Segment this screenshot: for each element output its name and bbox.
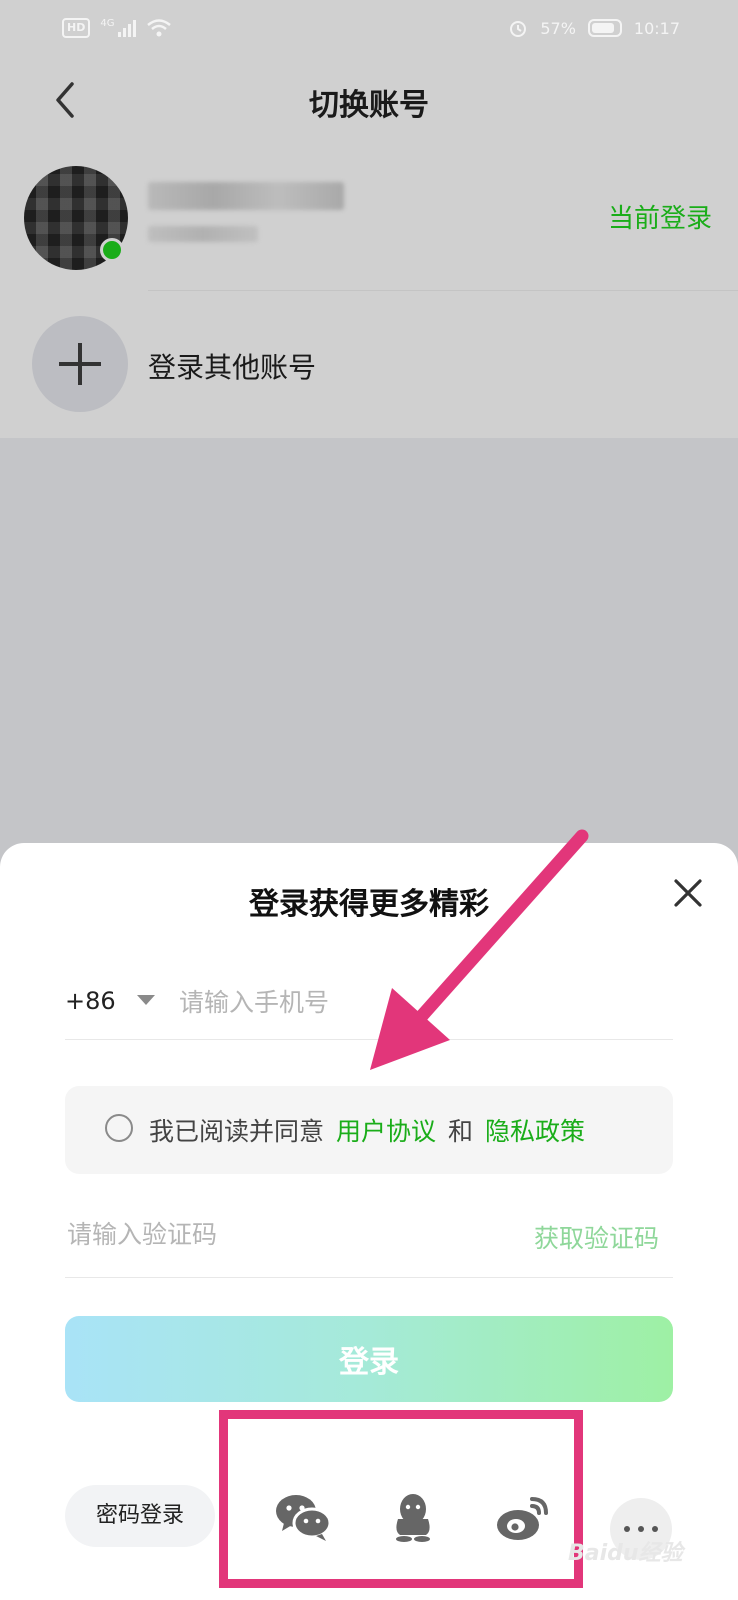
annotation-highlight-box bbox=[219, 1410, 583, 1588]
watermark: Baidu经验 bbox=[568, 1541, 683, 1566]
annotation-arrow bbox=[370, 829, 589, 1070]
